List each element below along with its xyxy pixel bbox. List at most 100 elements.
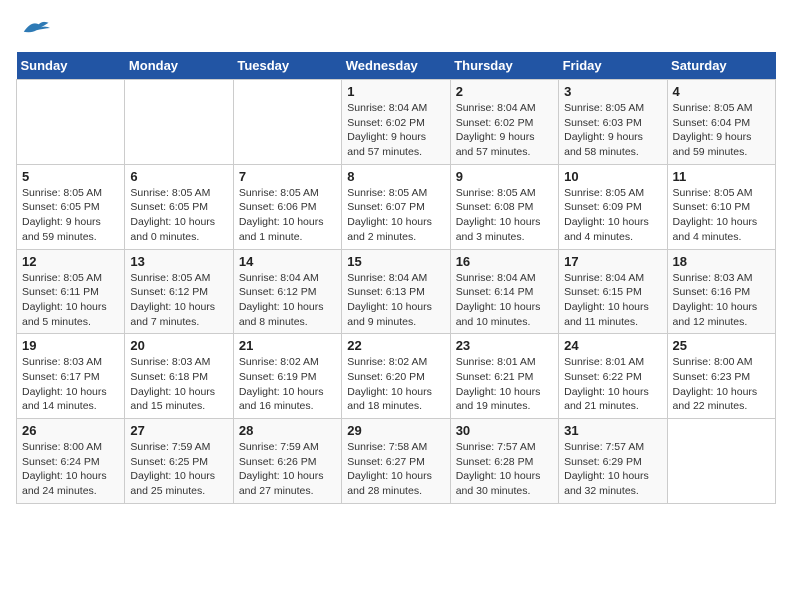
calendar-cell: 7 Sunrise: 8:05 AM Sunset: 6:06 PM Daylig… [233,164,341,249]
day-info: Sunrise: 8:04 AM Sunset: 6:14 PM Dayligh… [456,271,553,330]
day-info: Sunrise: 8:03 AM Sunset: 6:16 PM Dayligh… [673,271,770,330]
day-info: Sunrise: 8:05 AM Sunset: 6:11 PM Dayligh… [22,271,119,330]
calendar-cell: 14 Sunrise: 8:04 AM Sunset: 6:12 PM Dayli… [233,249,341,334]
calendar-body: 1 Sunrise: 8:04 AM Sunset: 6:02 PM Daylig… [17,80,776,504]
day-number: 31 [564,423,661,438]
calendar-cell: 27 Sunrise: 7:59 AM Sunset: 6:25 PM Dayli… [125,419,233,504]
calendar-cell: 30 Sunrise: 7:57 AM Sunset: 6:28 PM Dayli… [450,419,558,504]
day-number: 1 [347,84,444,99]
calendar-cell: 28Sunrise: 7:59 AM Sunset: 6:26 PM Dayli… [233,419,341,504]
day-info: Sunrise: 7:57 AM Sunset: 6:28 PM Dayligh… [456,440,553,499]
calendar-cell: 5 Sunrise: 8:05 AM Sunset: 6:05 PM Daylig… [17,164,125,249]
day-info: Sunrise: 7:59 AM Sunset: 6:25 PM Dayligh… [130,440,227,499]
day-number: 8 [347,169,444,184]
weekday-header-saturday: Saturday [667,52,775,80]
calendar-cell: 19 Sunrise: 8:03 AM Sunset: 6:17 PM Dayli… [17,334,125,419]
calendar-cell [17,80,125,165]
weekday-header-row: SundayMondayTuesdayWednesdayThursdayFrid… [17,52,776,80]
calendar-cell: 11Sunrise: 8:05 AM Sunset: 6:10 PM Dayli… [667,164,775,249]
day-info: Sunrise: 8:04 AM Sunset: 6:02 PM Dayligh… [456,101,553,160]
day-number: 16 [456,254,553,269]
day-number: 19 [22,338,119,353]
day-number: 24 [564,338,661,353]
day-info: Sunrise: 8:05 AM Sunset: 6:04 PM Dayligh… [673,101,770,160]
calendar-cell: 10 Sunrise: 8:05 AM Sunset: 6:09 PM Dayli… [559,164,667,249]
day-info: Sunrise: 8:04 AM Sunset: 6:12 PM Dayligh… [239,271,336,330]
weekday-header-wednesday: Wednesday [342,52,450,80]
calendar-week-row: 19 Sunrise: 8:03 AM Sunset: 6:17 PM Dayli… [17,334,776,419]
logo [16,16,50,40]
weekday-header-thursday: Thursday [450,52,558,80]
calendar-week-row: 5 Sunrise: 8:05 AM Sunset: 6:05 PM Daylig… [17,164,776,249]
weekday-header-monday: Monday [125,52,233,80]
calendar-cell: 23 Sunrise: 8:01 AM Sunset: 6:21 PM Dayli… [450,334,558,419]
day-number: 15 [347,254,444,269]
calendar-cell [667,419,775,504]
day-info: Sunrise: 8:00 AM Sunset: 6:24 PM Dayligh… [22,440,119,499]
day-number: 21 [239,338,336,353]
calendar-cell: 16 Sunrise: 8:04 AM Sunset: 6:14 PM Dayli… [450,249,558,334]
page-header [16,16,776,40]
calendar-cell: 13 Sunrise: 8:05 AM Sunset: 6:12 PM Dayli… [125,249,233,334]
day-info: Sunrise: 7:57 AM Sunset: 6:29 PM Dayligh… [564,440,661,499]
day-number: 30 [456,423,553,438]
calendar-cell: 20 Sunrise: 8:03 AM Sunset: 6:18 PM Dayli… [125,334,233,419]
weekday-header-tuesday: Tuesday [233,52,341,80]
calendar-cell: 18 Sunrise: 8:03 AM Sunset: 6:16 PM Dayli… [667,249,775,334]
day-info: Sunrise: 8:03 AM Sunset: 6:18 PM Dayligh… [130,355,227,414]
day-number: 17 [564,254,661,269]
day-number: 4 [673,84,770,99]
day-number: 18 [673,254,770,269]
day-number: 12 [22,254,119,269]
day-info: Sunrise: 8:05 AM Sunset: 6:12 PM Dayligh… [130,271,227,330]
day-number: 29 [347,423,444,438]
day-number: 7 [239,169,336,184]
calendar-cell: 6Sunrise: 8:05 AM Sunset: 6:05 PM Daylig… [125,164,233,249]
day-info: Sunrise: 8:04 AM Sunset: 6:02 PM Dayligh… [347,101,444,160]
day-info: Sunrise: 8:02 AM Sunset: 6:20 PM Dayligh… [347,355,444,414]
day-number: 3 [564,84,661,99]
calendar-cell [233,80,341,165]
day-number: 10 [564,169,661,184]
day-info: Sunrise: 8:02 AM Sunset: 6:19 PM Dayligh… [239,355,336,414]
day-info: Sunrise: 7:59 AM Sunset: 6:26 PM Dayligh… [239,440,336,499]
calendar-cell: 15 Sunrise: 8:04 AM Sunset: 6:13 PM Dayli… [342,249,450,334]
day-number: 5 [22,169,119,184]
day-info: Sunrise: 8:05 AM Sunset: 6:06 PM Dayligh… [239,186,336,245]
day-info: Sunrise: 8:00 AM Sunset: 6:23 PM Dayligh… [673,355,770,414]
day-number: 22 [347,338,444,353]
calendar-cell: 8 Sunrise: 8:05 AM Sunset: 6:07 PM Daylig… [342,164,450,249]
day-info: Sunrise: 8:04 AM Sunset: 6:13 PM Dayligh… [347,271,444,330]
calendar-cell: 26Sunrise: 8:00 AM Sunset: 6:24 PM Dayli… [17,419,125,504]
calendar-cell: 22 Sunrise: 8:02 AM Sunset: 6:20 PM Dayli… [342,334,450,419]
day-number: 20 [130,338,227,353]
day-number: 9 [456,169,553,184]
calendar-cell: 17Sunrise: 8:04 AM Sunset: 6:15 PM Dayli… [559,249,667,334]
calendar-table: SundayMondayTuesdayWednesdayThursdayFrid… [16,52,776,504]
calendar-cell: 24 Sunrise: 8:01 AM Sunset: 6:22 PM Dayli… [559,334,667,419]
calendar-cell: 2 Sunrise: 8:04 AM Sunset: 6:02 PM Daylig… [450,80,558,165]
day-info: Sunrise: 8:01 AM Sunset: 6:22 PM Dayligh… [564,355,661,414]
weekday-header-sunday: Sunday [17,52,125,80]
calendar-cell [125,80,233,165]
calendar-cell: 3 Sunrise: 8:05 AM Sunset: 6:03 PM Daylig… [559,80,667,165]
day-info: Sunrise: 8:05 AM Sunset: 6:08 PM Dayligh… [456,186,553,245]
day-number: 23 [456,338,553,353]
day-number: 14 [239,254,336,269]
calendar-cell: 31 Sunrise: 7:57 AM Sunset: 6:29 PM Dayli… [559,419,667,504]
day-number: 27 [130,423,227,438]
day-info: Sunrise: 8:01 AM Sunset: 6:21 PM Dayligh… [456,355,553,414]
day-info: Sunrise: 7:58 AM Sunset: 6:27 PM Dayligh… [347,440,444,499]
day-info: Sunrise: 8:05 AM Sunset: 6:03 PM Dayligh… [564,101,661,160]
calendar-cell: 12 Sunrise: 8:05 AM Sunset: 6:11 PM Dayli… [17,249,125,334]
day-number: 6 [130,169,227,184]
calendar-cell: 21 Sunrise: 8:02 AM Sunset: 6:19 PM Dayli… [233,334,341,419]
day-info: Sunrise: 8:03 AM Sunset: 6:17 PM Dayligh… [22,355,119,414]
day-info: Sunrise: 8:05 AM Sunset: 6:07 PM Dayligh… [347,186,444,245]
day-info: Sunrise: 8:05 AM Sunset: 6:05 PM Dayligh… [22,186,119,245]
calendar-cell: 4 Sunrise: 8:05 AM Sunset: 6:04 PM Daylig… [667,80,775,165]
day-number: 13 [130,254,227,269]
day-info: Sunrise: 8:05 AM Sunset: 6:09 PM Dayligh… [564,186,661,245]
calendar-cell: 9 Sunrise: 8:05 AM Sunset: 6:08 PM Daylig… [450,164,558,249]
day-number: 2 [456,84,553,99]
